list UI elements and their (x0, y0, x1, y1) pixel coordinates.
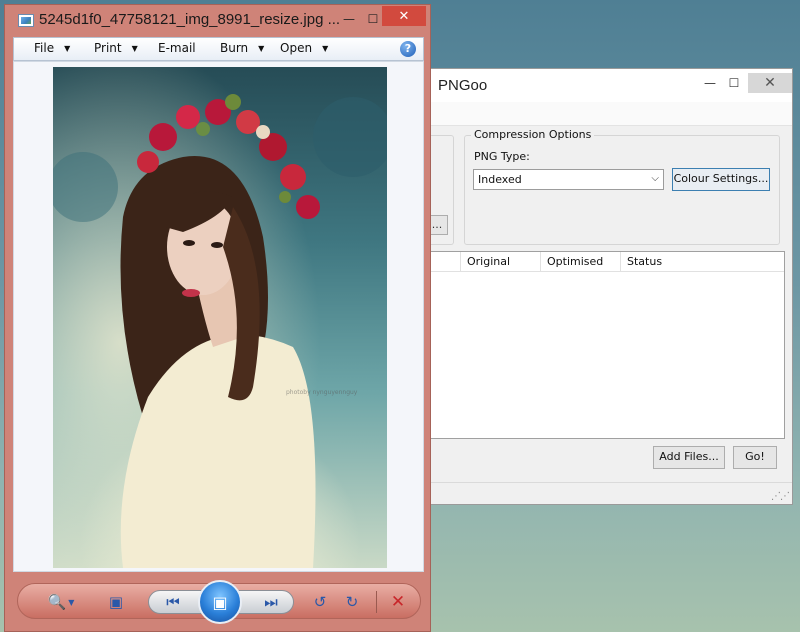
png-type-label: PNG Type: (474, 150, 530, 163)
menu-burn-label: Burn (220, 41, 249, 55)
column-header-original[interactable]: Original (460, 252, 540, 272)
photo-viewer-window: 5245d1f0_47758121_img_8991_resize.jpg ..… (4, 4, 431, 632)
zoom-icon[interactable]: 🔍 ▼ (44, 590, 78, 614)
photo-viewer-app-icon (18, 14, 34, 27)
pngoo-titlebar[interactable]: PNGoo — ☐ ✕ (426, 69, 792, 102)
viewer-command-bar: File ▼ Print ▼ E-mail Burn ▼ Open ▼ ? (13, 37, 424, 61)
help-icon[interactable]: ? (400, 41, 416, 57)
pngoo-window-title: PNGoo (438, 77, 488, 94)
control-separator (376, 591, 377, 613)
image-canvas[interactable]: photoby nynguyennguy (13, 61, 424, 572)
photo-watermark: photoby nynguyennguy (286, 389, 358, 396)
menu-burn[interactable]: Burn ▼ (220, 41, 264, 55)
actual-size-icon[interactable]: ▣ (104, 590, 128, 614)
png-type-value: Indexed (478, 173, 522, 186)
compression-options-label: Compression Options (471, 128, 595, 141)
chevron-down-icon: ▼ (64, 44, 71, 53)
menu-print-label: Print (94, 41, 122, 55)
chevron-down-icon: ⌵ (651, 173, 659, 184)
colour-settings-button[interactable]: Colour Settings... (672, 168, 770, 191)
pngoo-menu-strip (426, 102, 792, 126)
previous-icon[interactable]: ⏮ (158, 590, 188, 614)
menu-print[interactable]: Print ▼ (94, 41, 138, 55)
chevron-down-icon: ▼ (322, 44, 329, 53)
displayed-photo: photoby nynguyennguy (53, 67, 387, 568)
rotate-clockwise-icon[interactable]: ↻ (340, 590, 364, 614)
go-button[interactable]: Go! (733, 446, 777, 469)
pngoo-status-bar: ⋰⋰ (426, 482, 792, 504)
menu-open-label: Open (280, 41, 313, 55)
viewer-close-button[interactable]: ✕ (382, 6, 426, 26)
chevron-down-icon: ▼ (131, 44, 138, 53)
pngoo-minimize-button[interactable]: — (698, 73, 722, 93)
chevron-down-icon: ▼ (258, 44, 265, 53)
file-list[interactable]: Original Optimised Status (426, 251, 785, 439)
menu-open[interactable]: Open ▼ (280, 41, 328, 55)
resize-grip-icon[interactable]: ⋰⋰ (771, 491, 790, 502)
menu-email-label: E-mail (158, 41, 196, 55)
menu-email[interactable]: E-mail (158, 41, 196, 55)
slideshow-icon: ▣ (212, 592, 228, 612)
photo-illustration (53, 67, 387, 568)
pngoo-window: PNGoo — ☐ ✕ ... Compression Options PNG … (425, 68, 793, 505)
pngoo-maximize-button[interactable]: ☐ (722, 73, 746, 93)
png-type-select[interactable]: Indexed ⌵ (473, 169, 664, 190)
slideshow-button[interactable]: ▣ (198, 580, 242, 624)
file-list-header: Original Optimised Status (426, 252, 784, 272)
column-header-optimised[interactable]: Optimised (540, 252, 620, 272)
viewer-minimize-button[interactable]: — (337, 9, 361, 29)
delete-icon[interactable]: ✕ (386, 590, 410, 614)
menu-file-label: File (34, 41, 55, 55)
add-files-button[interactable]: Add Files... (653, 446, 725, 469)
viewer-control-bar: 🔍 ▼ ▣ ⏮ ▣ ⏭ ↺ ↻ ✕ (17, 580, 421, 624)
pngoo-close-button[interactable]: ✕ (748, 73, 792, 93)
rotate-counterclockwise-icon[interactable]: ↺ (308, 590, 332, 614)
next-icon[interactable]: ⏭ (256, 590, 286, 614)
photo-viewer-window-title: 5245d1f0_47758121_img_8991_resize.jpg ..… (39, 11, 341, 28)
menu-file[interactable]: File ▼ (34, 41, 70, 55)
column-header-status[interactable]: Status (620, 252, 785, 272)
